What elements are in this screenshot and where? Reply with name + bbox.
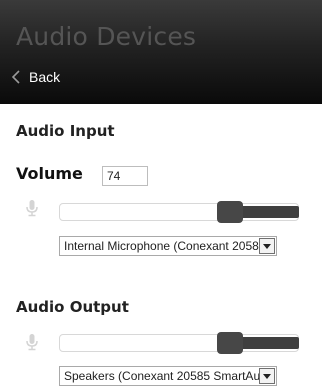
chevron-left-icon <box>12 70 20 84</box>
chevron-down-icon <box>263 373 271 379</box>
audio-input-heading: Audio Input <box>16 122 115 140</box>
input-device-select[interactable]: Internal Microphone (Conexant 20585 Smar… <box>59 236 277 256</box>
slider-thumb[interactable] <box>217 201 243 223</box>
output-device-select[interactable]: Speakers (Conexant 20585 SmartAudio HD) <box>59 366 277 386</box>
output-volume-slider[interactable] <box>59 332 299 354</box>
microphone-icon <box>26 334 38 351</box>
microphone-icon <box>26 200 38 217</box>
output-device-value: Speakers (Conexant 20585 SmartAudio HD) <box>64 369 259 383</box>
back-button[interactable]: Back <box>12 66 60 88</box>
audio-output-heading: Audio Output <box>16 298 129 316</box>
input-device-value: Internal Microphone (Conexant 20585 Smar… <box>64 239 259 253</box>
volume-label: Volume <box>16 164 83 183</box>
back-label: Back <box>29 69 61 85</box>
dropdown-button[interactable] <box>259 238 275 254</box>
app-header: Audio Devices Back <box>0 0 322 104</box>
dropdown-button[interactable] <box>259 368 275 384</box>
chevron-down-icon <box>263 243 271 249</box>
slider-thumb[interactable] <box>217 332 243 354</box>
app-title: Audio Devices <box>16 22 197 51</box>
volume-input[interactable] <box>102 166 148 186</box>
input-volume-slider[interactable] <box>59 201 299 223</box>
